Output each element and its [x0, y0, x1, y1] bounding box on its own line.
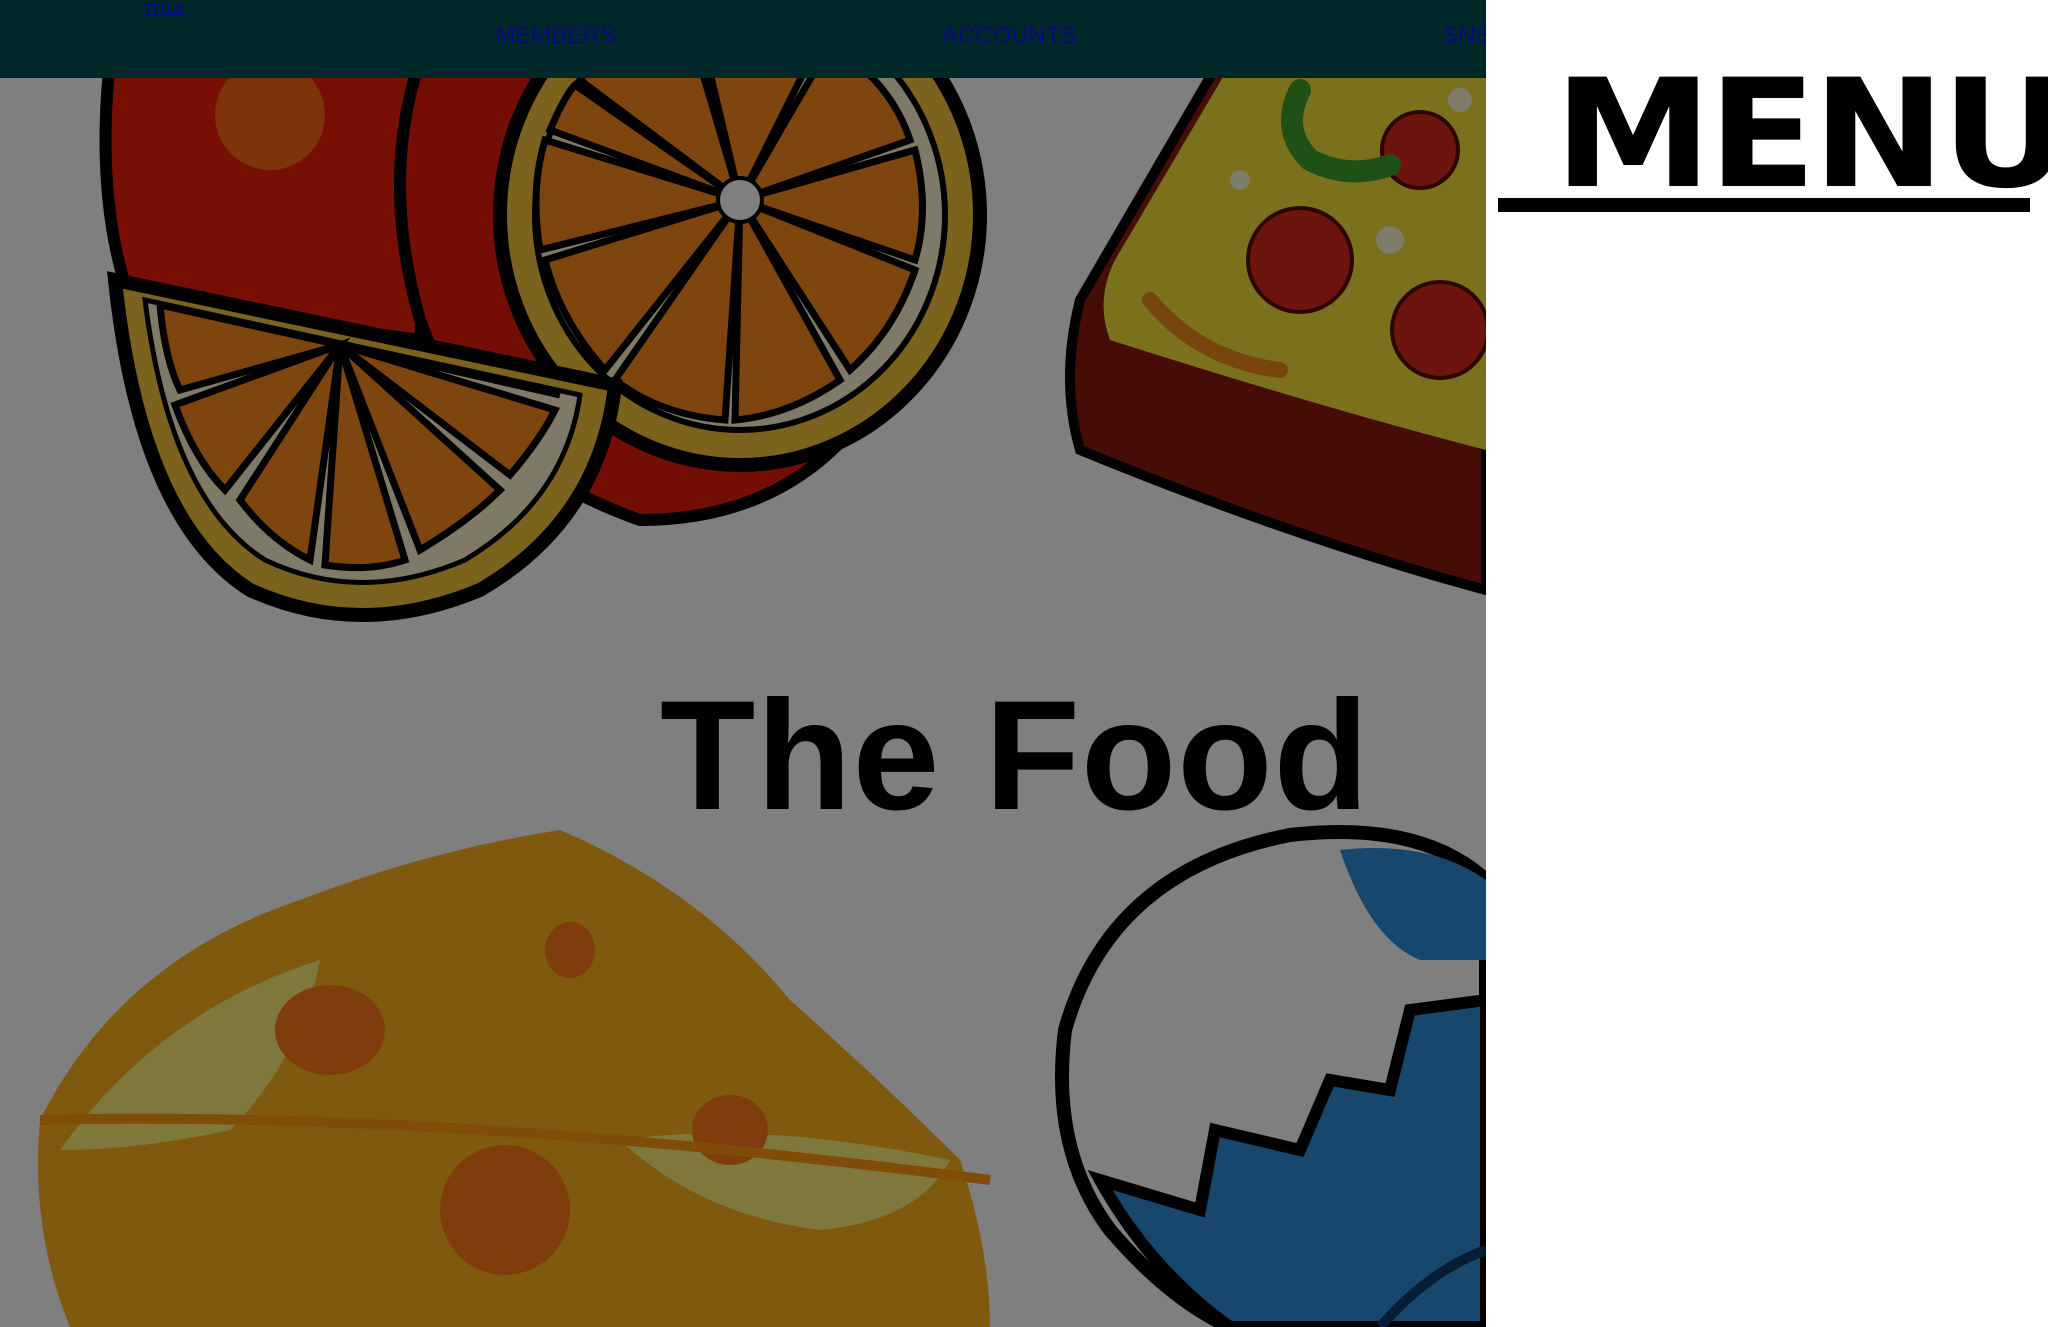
hero-title: The Food [660, 669, 1370, 843]
menu-heading: MENU [1498, 52, 2048, 212]
menu-heading-label: MENU [1554, 48, 2048, 222]
site-title-link[interactable]: TITLE [144, 0, 186, 18]
nav-link-members[interactable]: MEMBERS [495, 22, 616, 50]
app-window: The Food TITLE MEMBERS ACCOUNTS SNS MENU [0, 0, 2048, 1327]
modal-backdrop[interactable] [0, 0, 1486, 1327]
nav-link-sns[interactable]: SNS [1442, 22, 1486, 50]
main-page: The Food TITLE MEMBERS ACCOUNTS SNS [0, 0, 1486, 1327]
nav-link-accounts[interactable]: ACCOUNTS [942, 22, 1077, 50]
side-menu-panel: MENU [1486, 0, 2048, 1327]
top-navigation-bar: TITLE MEMBERS ACCOUNTS SNS [0, 0, 1486, 78]
